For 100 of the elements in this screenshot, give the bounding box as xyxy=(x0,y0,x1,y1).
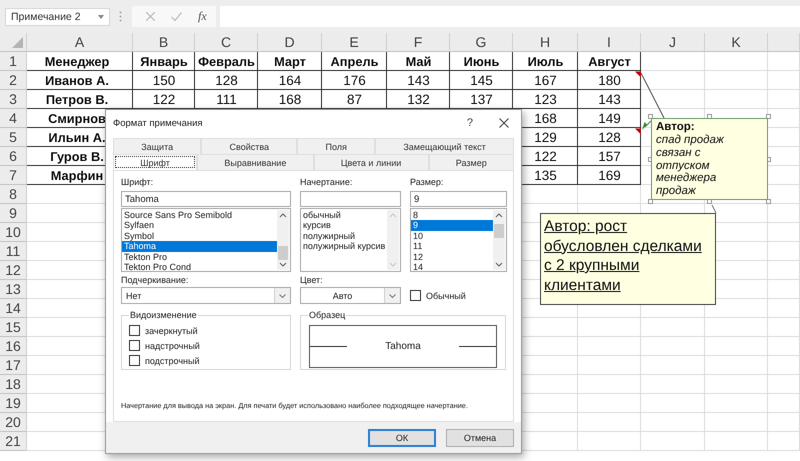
checkbox[interactable] xyxy=(129,355,140,366)
row-header[interactable]: 16 xyxy=(0,337,27,356)
list-item[interactable]: 8 xyxy=(411,210,493,220)
resize-handle[interactable] xyxy=(648,199,653,204)
scrollbar[interactable] xyxy=(277,210,289,270)
list-item[interactable]: полужирный xyxy=(301,230,387,242)
row-header[interactable]: 15 xyxy=(0,318,27,337)
help-button[interactable]: ? xyxy=(466,117,473,129)
list-item[interactable]: обычный xyxy=(301,210,387,220)
table-cell: 111 xyxy=(216,92,237,107)
scrollbar[interactable] xyxy=(493,210,505,270)
tab[interactable]: Выравнивание xyxy=(197,154,314,170)
row-header[interactable]: 18 xyxy=(0,375,27,394)
tab[interactable]: Размер xyxy=(428,154,514,170)
row-header[interactable]: 4 xyxy=(0,109,27,128)
comment-box[interactable]: Автор: рост обусловлен сделками с 2 крупными клиентами xyxy=(540,213,716,305)
resize-handle[interactable] xyxy=(766,199,771,204)
column-header[interactable]: C xyxy=(195,33,258,52)
row-header[interactable]: 7 xyxy=(0,166,27,185)
name-box[interactable]: Примечание 2 xyxy=(5,8,110,26)
checkbox-label[interactable]: Обычный xyxy=(426,290,466,300)
row-header[interactable]: 5 xyxy=(0,128,27,147)
resize-handle[interactable] xyxy=(766,114,771,119)
list-item[interactable]: Sylfaen xyxy=(122,220,277,231)
close-icon[interactable] xyxy=(499,118,509,128)
table-cell: 122 xyxy=(152,92,176,107)
row-header[interactable]: 19 xyxy=(0,394,27,413)
row-header[interactable]: 9 xyxy=(0,204,27,223)
row-header[interactable]: 3 xyxy=(0,90,27,109)
row-header[interactable]: 2 xyxy=(0,71,27,90)
column-header[interactable]: E xyxy=(322,33,387,52)
list-item[interactable]: 10 xyxy=(411,230,493,242)
tab[interactable]: Цвета и линии xyxy=(314,154,429,170)
column-header[interactable]: J xyxy=(641,33,705,52)
list-item[interactable]: полужирный курсив xyxy=(301,241,387,252)
font-field[interactable]: Tahoma xyxy=(121,191,291,207)
list-item[interactable]: Tahoma xyxy=(122,241,277,252)
checkbox-label[interactable]: зачеркнутый xyxy=(145,326,198,336)
list-item[interactable]: Source Sans Pro Semibold xyxy=(122,210,277,220)
check-icon[interactable] xyxy=(171,12,182,21)
row-header[interactable]: 17 xyxy=(0,356,27,375)
tab[interactable]: Шрифт xyxy=(113,154,198,170)
list-item[interactable]: Tekton Pro Cond xyxy=(122,262,277,271)
checkbox-label[interactable]: подстрочный xyxy=(145,356,200,366)
checkbox[interactable] xyxy=(129,340,140,351)
underline-dropdown[interactable]: Нет xyxy=(121,287,291,304)
row-header[interactable]: 13 xyxy=(0,280,27,299)
row-header[interactable]: 10 xyxy=(0,223,27,242)
chevron-icon[interactable] xyxy=(389,294,396,298)
list-item[interactable]: Tekton Pro xyxy=(122,252,277,262)
row-header[interactable]: 8 xyxy=(0,185,27,204)
table-cell: Май xyxy=(406,54,432,69)
list-item[interactable]: 11 xyxy=(411,241,493,252)
list-item[interactable]: 9 xyxy=(411,220,493,231)
column-header[interactable]: K xyxy=(705,33,768,52)
style-list[interactable]: обычный курсив полужирный полужирный курсив xyxy=(300,208,401,272)
list-item[interactable]: 14 xyxy=(411,262,493,271)
checkbox[interactable] xyxy=(129,325,140,336)
comment-box[interactable]: Автор: спад продаж связан с отпуском менеджера продаж xyxy=(651,118,768,200)
size-field[interactable]: 9 xyxy=(410,191,507,207)
style-field[interactable] xyxy=(300,191,401,207)
row-header[interactable]: 14 xyxy=(0,299,27,318)
row-header[interactable]: 20 xyxy=(0,413,27,432)
caret-icon[interactable] xyxy=(98,14,104,18)
table-cell: 135 xyxy=(534,168,557,183)
column-header[interactable]: A xyxy=(27,33,133,52)
chevron-icon[interactable] xyxy=(279,294,286,298)
list-item[interactable]: Symbol xyxy=(122,230,277,242)
list-item[interactable]: курсив xyxy=(301,220,387,231)
row-header[interactable]: 1 xyxy=(0,52,27,71)
tab[interactable]: Защита xyxy=(113,138,202,154)
select-all-icon[interactable] xyxy=(12,37,23,48)
list-item[interactable]: 12 xyxy=(411,252,493,262)
column-header[interactable]: B xyxy=(133,33,195,52)
column-header[interactable]: I xyxy=(578,33,641,52)
size-list[interactable]: 8 9 10 11 12 14 xyxy=(410,208,507,272)
ok-button[interactable]: ОК xyxy=(368,428,436,446)
tab[interactable]: Поля xyxy=(297,138,376,154)
scrollbar[interactable] xyxy=(387,210,399,270)
tab[interactable]: Свойства xyxy=(201,138,298,154)
resize-handle[interactable] xyxy=(648,114,653,119)
row-header[interactable]: 11 xyxy=(0,242,27,261)
row-header[interactable]: 21 xyxy=(0,432,27,451)
font-list[interactable]: Source Sans Pro Semibold Sylfaen Symbol Tahoma Tekton Pro Tekton Pro Cond xyxy=(121,208,291,272)
tab[interactable]: Замещающий текст xyxy=(375,138,514,154)
grip-icon[interactable] xyxy=(119,11,122,22)
row-header[interactable]: 12 xyxy=(0,261,27,280)
color-dropdown[interactable]: Авто xyxy=(300,287,401,304)
column-header[interactable]: G xyxy=(450,33,513,52)
checkbox-label[interactable]: надстрочный xyxy=(145,340,200,350)
insert-function-button[interactable]: fx xyxy=(198,9,207,24)
cancel-icon[interactable] xyxy=(146,12,155,21)
column-header[interactable]: H xyxy=(513,33,578,52)
checkbox[interactable] xyxy=(410,290,421,301)
column-header[interactable]: F xyxy=(387,33,450,52)
column-header[interactable]: D xyxy=(258,33,322,52)
field-label: Начертание: xyxy=(300,177,354,189)
table-cell: Апрель xyxy=(330,54,378,69)
row-header[interactable]: 6 xyxy=(0,147,27,166)
cancel-button[interactable]: Отмена xyxy=(446,428,514,446)
